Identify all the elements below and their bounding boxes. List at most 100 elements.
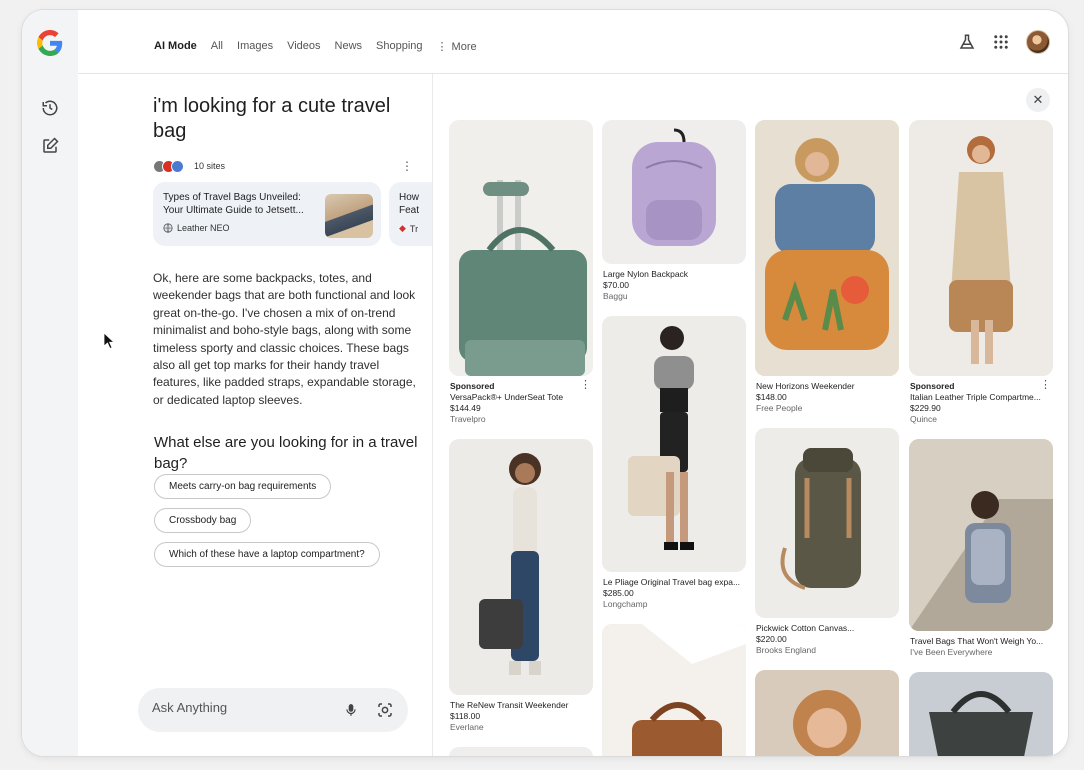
more-vert-icon[interactable]: ⋮ [580,380,591,391]
product-meta: Travel Bags That Won't Weigh Yo... I've … [909,631,1053,658]
product-image [755,120,899,376]
side-rail [22,10,78,756]
sources-row[interactable]: 10 sites ⋮ [153,156,413,176]
product-meta: The ReNew Transit Weekender $118.00 Ever… [449,695,593,733]
ask-input[interactable] [152,700,332,715]
woman-with-weekender-image [479,453,541,675]
suggestion-chips: Meets carry-on bag requirements Crossbod… [154,474,380,567]
source-cards: Types of Travel Bags Unveiled: Your Ulti… [153,182,433,248]
product-image [755,428,899,618]
product-meta: Sponsored Italian Leather Triple Compart… [909,376,1053,425]
account-avatar[interactable] [1026,30,1050,54]
product-card[interactable] [909,672,1053,756]
product-card[interactable]: Sponsored VersaPack®+ UnderSeat Tote $14… [449,120,593,425]
source-favicons [153,159,184,173]
product-card[interactable] [602,624,746,756]
sponsored-label: Sponsored [910,381,955,391]
product-price: $148.00 [756,392,787,402]
chip-laptop-compartment[interactable]: Which of these have a laptop compartment… [154,542,380,567]
tab-ai-mode[interactable]: AI Mode [154,40,197,53]
new-chat-icon[interactable] [41,137,59,155]
product-store: Brooks England [756,645,817,655]
product-price: $229.90 [910,403,941,413]
search-tabs: AI Mode All Images Videos News Shopping … [154,40,477,53]
mouse-cursor-icon [104,333,116,349]
source-card-title: Types of Travel Bags Unveiled: Your Ulti… [163,192,304,216]
browser-window: AI Mode All Images Videos News Shopping … [22,10,1068,756]
product-image [909,120,1053,376]
tab-all[interactable]: All [211,40,223,53]
product-card[interactable]: Sponsored Italian Leather Triple Compart… [909,120,1053,425]
tab-videos[interactable]: Videos [287,40,320,53]
product-price: $70.00 [603,280,629,290]
product-card[interactable]: New Horizons Weekender $148.00 Free Peop… [755,120,899,414]
close-panel-button[interactable]: ✕ [1026,88,1050,112]
product-card[interactable]: Large Nylon Backpack $70.00 Baggu [602,120,746,302]
lens-camera-icon[interactable] [376,701,394,719]
dark-tote-image [929,691,1033,756]
tab-shopping[interactable]: Shopping [376,40,423,53]
product-store: Baggu [603,291,628,301]
source-card[interactable]: Types of Travel Bags Unveiled: Your Ulti… [153,182,381,246]
query-heading: i'm looking for a cute travel bag [153,95,391,142]
product-title: Italian Leather Triple Compartme... [910,392,1041,402]
product-title: VersaPack®+ UnderSeat Tote [450,392,564,402]
product-store: I've Been Everywhere [910,647,993,657]
product-image [449,120,593,376]
sponsored-label: Sponsored [450,381,495,391]
source-card-site: ◆ Tr [399,223,433,234]
product-results-panel: ✕ Sponsored VersaPack®+ UnderSeat Tote $… [432,74,1068,756]
traveler-on-escalator-image [909,439,1053,631]
more-vert-icon: ⋮ [436,41,448,53]
product-image [449,439,593,695]
product-meta: Large Nylon Backpack $70.00 Baggu [602,264,746,302]
tab-more-label: More [451,41,477,53]
apps-grid-icon[interactable] [992,33,1010,51]
sources-more-icon[interactable]: ⋮ [401,159,413,173]
product-card[interactable] [449,747,593,756]
product-image [449,747,593,756]
tab-news[interactable]: News [335,40,363,53]
woman-with-leather-tote-image [949,136,1013,364]
source-card[interactable]: How Feat ◆ Tr [389,182,433,246]
source-card-thumbnail [325,194,373,238]
product-image [755,670,899,756]
tab-images[interactable]: Images [237,40,273,53]
product-card[interactable]: Le Pliage Original Travel bag expa... $2… [602,316,746,610]
tab-more[interactable]: ⋮ More [437,40,477,53]
product-card[interactable]: Travel Bags That Won't Weigh Yo... I've … [909,439,1053,658]
product-column: Large Nylon Backpack $70.00 Baggu Le Pli… [602,120,746,756]
product-image [909,672,1053,756]
woman-with-longchamp-bag-image [628,326,694,550]
favicon-blue-icon [171,159,184,173]
source-card-site-name: Leather NEO [177,223,230,233]
leather-satchel-image [602,624,746,756]
product-image [909,439,1053,631]
woman-with-boho-weekender-image [755,120,899,376]
product-meta: Pickwick Cotton Canvas... $220.00 Brooks… [755,618,899,656]
globe-icon [163,223,173,233]
product-column: Sponsored Italian Leather Triple Compart… [909,120,1053,756]
answer-text: Ok, here are some backpacks, totes, and … [153,271,416,407]
product-card[interactable]: Pickwick Cotton Canvas... $220.00 Brooks… [755,428,899,656]
close-icon: ✕ [1032,92,1044,107]
sources-count: 10 sites [194,161,226,171]
tote-on-luggage-image [459,180,587,376]
account-tools [958,30,1050,54]
product-price: $285.00 [603,588,634,598]
canvas-backpack-image [780,448,861,590]
product-image [602,624,746,756]
chip-crossbody[interactable]: Crossbody bag [154,508,252,533]
labs-flask-icon[interactable] [958,33,976,51]
product-card[interactable] [755,670,899,756]
product-store: Quince [910,414,937,424]
top-bar: AI Mode All Images Videos News Shopping … [78,10,1068,74]
history-icon[interactable] [41,99,59,117]
product-meta: Le Pliage Original Travel bag expa... $2… [602,572,746,610]
product-card[interactable]: The ReNew Transit Weekender $118.00 Ever… [449,439,593,733]
google-logo[interactable] [37,30,63,56]
mic-icon[interactable] [344,701,358,719]
more-vert-icon[interactable]: ⋮ [1040,380,1051,391]
product-image [602,316,746,572]
chip-carry-on[interactable]: Meets carry-on bag requirements [154,474,332,499]
